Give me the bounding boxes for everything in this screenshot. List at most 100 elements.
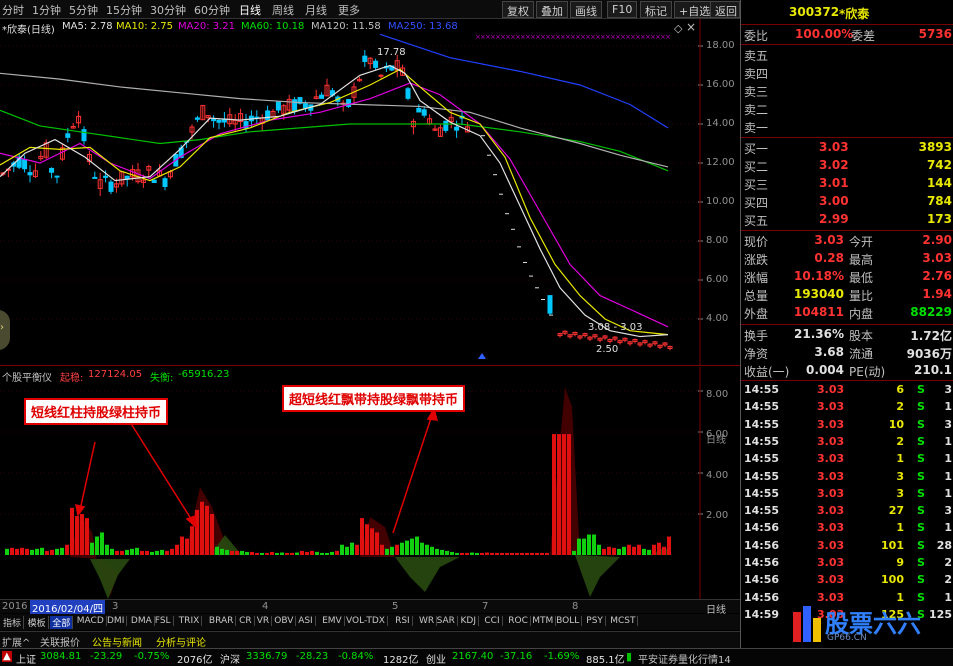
balance-bar [310,550,314,555]
year-label: 2016 [2,601,28,612]
balance-bar [165,550,169,555]
tab-15min[interactable]: 15分钟 [106,2,142,18]
tab-5min[interactable]: 5分钟 [69,2,98,18]
chevron-right-icon: › [0,322,4,333]
indicator-tab[interactable]: DMI [105,616,128,626]
balance-bar [647,549,651,555]
candle-body [265,110,271,121]
mark-button[interactable]: 标记 [640,1,672,18]
sh-index-name: 上证 [16,655,36,666]
candle-body [49,167,55,173]
balance-bar [105,544,109,555]
tab-weekly[interactable]: 周线 [272,2,294,18]
indicator-tab[interactable]: RSI [393,616,413,626]
indicator-tab[interactable]: MTM [530,616,557,626]
balance-bar [545,552,549,555]
candle-body [103,175,109,178]
candle-body [443,120,449,131]
balance-bar [110,548,114,555]
candlestick-chart[interactable]: × × × × × × × × × × × × × × × × × × × × × × × × × × × × × × × × × × × × × × × [0,19,740,365]
indicator-tab[interactable]: DMA [129,616,155,626]
indicator-tab[interactable]: OBV [272,616,297,626]
indicator-tab[interactable]: CCI [482,616,503,626]
balance-bar [115,550,119,555]
balance-bar [360,518,364,555]
balance-bar [652,544,656,555]
indicator-tab[interactable]: BRAR [207,616,237,626]
indicator-tab[interactable]: PSY [584,616,606,626]
stat-row: 现价 3.03 今开 2.90 [744,233,952,249]
callout-arrowhead [185,514,197,529]
analysis-tab[interactable]: 分析与评论 [156,634,206,649]
balance-bar [130,548,134,555]
indicator-tab[interactable]: MCST [608,616,639,626]
price-axis-label: 6.00 [706,274,729,285]
tab-1min[interactable]: 1分钟 [32,2,61,18]
price-axis-label: 12.00 [706,157,735,168]
overlay-button[interactable]: 叠加 [536,1,568,18]
indicator-tab[interactable]: 全部 [50,616,74,629]
indicator-tab[interactable]: CR [237,616,255,626]
green-ribbon [395,557,460,592]
related-quote-tab[interactable]: 关联报价 [40,634,80,649]
balance-bar [450,551,454,555]
balance-bar [425,544,429,555]
balance-bar [120,550,124,555]
indicator-tab[interactable]: FSL [153,616,174,626]
hs-index-name: 沪深 [220,655,240,666]
indicator-tab[interactable]: TRIX [177,616,203,626]
indicator-tab[interactable]: MACD [75,616,107,626]
quote-panel: 300372 *欣泰 委比 100.00% 委差 5736 卖五 卖四 卖三 卖… [740,0,953,648]
back-button[interactable]: 返回 [710,1,740,18]
price-axis-label: 14.00 [706,118,735,129]
expand-tab[interactable]: 扩展^ [2,634,30,649]
sell-row: 卖四 [744,67,769,81]
watermark-url: GP66.CN [827,633,867,643]
balance-bar [400,542,404,555]
info-tab-bar: 扩展^ 关联报价 公告与新闻 分析与评论 [0,631,740,649]
sh-index-pct: -0.75% [134,651,170,662]
candle-body [373,60,379,68]
draw-line-button[interactable]: 画线 [570,1,602,18]
balance-bar [355,544,359,555]
tab-daily[interactable]: 日线 [239,2,261,18]
news-tab[interactable]: 公告与新闻 [92,634,142,649]
candle-body [27,172,33,176]
balance-bar [215,546,219,555]
balance-bar [170,548,174,555]
tab-more[interactable]: 更多 [338,2,360,18]
indicator-tab[interactable]: SAR [435,616,458,626]
balance-bar [160,549,164,555]
sub-axis-label: 8.00 [706,389,729,400]
hs-index-change: -28.23 [296,651,329,662]
tab-60min[interactable]: 60分钟 [194,2,230,18]
restore-rights-button[interactable]: 复权 [502,1,534,18]
month-label: 5 [392,601,399,612]
tab-monthly[interactable]: 月线 [305,2,327,18]
tab-30min[interactable]: 30分钟 [150,2,186,18]
balance-bar [455,552,459,555]
tick-row: 14:55 3.03 3 S 1 [744,469,952,483]
price-axis-label: 18.00 [706,40,735,51]
candle-body [22,159,28,170]
candle-body [547,295,553,314]
sub-axis-label: 4.00 [706,470,729,481]
f10-button[interactable]: F10 [607,1,638,18]
candle-body [362,55,368,62]
price-axis-label: 8.00 [706,235,729,246]
indicator-tab[interactable]: BOLL [554,616,583,626]
indicator-tab[interactable]: ASI [296,616,316,626]
indicator-tab[interactable]: EMV [320,616,345,626]
tab-intraday[interactable]: 分时 [2,2,24,18]
balance-bar [280,552,284,555]
indicator-tab[interactable]: 模板 [26,616,49,629]
indicator-tab[interactable]: 指标 [1,616,25,629]
ma120-line [0,72,669,168]
balance-bar [662,546,666,555]
balance-bar [365,524,369,555]
indicator-tab[interactable]: VR [255,616,273,626]
indicator-tab[interactable]: VOL-TDX [344,616,388,626]
indicator-tab[interactable]: KDJ [459,616,479,626]
indicator-tab[interactable]: ROC [506,616,531,626]
balance-bar [190,526,194,555]
